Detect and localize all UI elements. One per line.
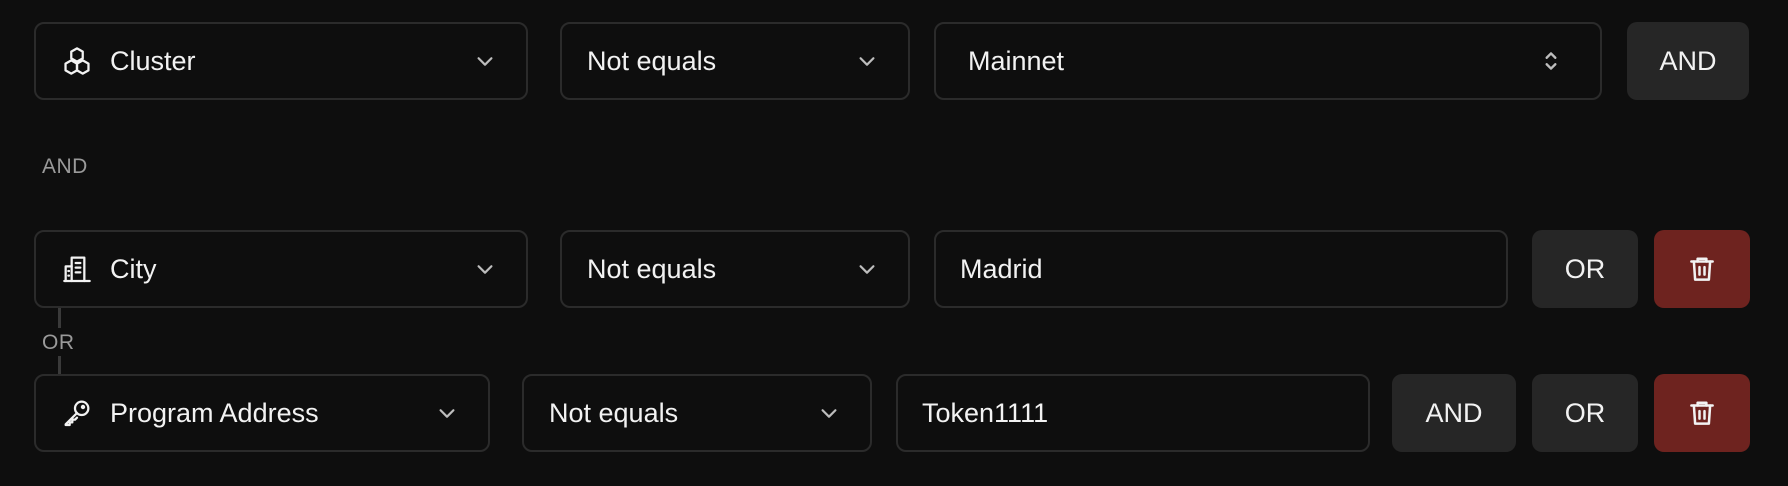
- chevron-down-icon: [434, 400, 460, 426]
- and-button-label: AND: [1659, 45, 1717, 76]
- group-conjunction: AND: [42, 155, 88, 178]
- trash-icon: [1687, 254, 1717, 284]
- value-label: Mainnet: [968, 45, 1065, 76]
- operator-label: Not equals: [587, 253, 717, 284]
- operator-select[interactable]: Not equals: [522, 374, 872, 452]
- and-button[interactable]: AND: [1392, 374, 1516, 452]
- value-text: Madrid: [960, 253, 1043, 284]
- building-icon: [60, 252, 94, 286]
- field-label: Cluster: [110, 45, 196, 76]
- field-select-program-address[interactable]: Program Address: [34, 374, 490, 452]
- chevron-down-icon: [854, 256, 880, 282]
- or-button-label: OR: [1564, 397, 1606, 428]
- chevron-down-icon: [472, 256, 498, 282]
- field-label: Program Address: [110, 397, 319, 428]
- filter-builder: Cluster Not equals Mainnet AND AND City …: [0, 0, 1788, 486]
- delete-button[interactable]: [1654, 374, 1750, 452]
- and-button[interactable]: AND: [1627, 22, 1749, 100]
- chevron-down-icon: [816, 400, 842, 426]
- field-select-cluster[interactable]: Cluster: [34, 22, 528, 100]
- group-connector-line: [58, 356, 61, 374]
- operator-label: Not equals: [587, 45, 717, 76]
- value-input[interactable]: Token1111: [896, 374, 1370, 452]
- operator-select[interactable]: Not equals: [560, 230, 910, 308]
- key-icon: [60, 396, 94, 430]
- cubes-icon: [60, 44, 94, 78]
- chevron-updown-icon: [1538, 48, 1564, 74]
- chevron-down-icon: [472, 48, 498, 74]
- and-button-label: AND: [1425, 397, 1483, 428]
- or-button-label: OR: [1564, 253, 1606, 284]
- delete-button[interactable]: [1654, 230, 1750, 308]
- chevron-down-icon: [854, 48, 880, 74]
- value-select[interactable]: Mainnet: [934, 22, 1602, 100]
- or-button[interactable]: OR: [1532, 230, 1638, 308]
- or-button[interactable]: OR: [1532, 374, 1638, 452]
- group-connector-line: [58, 308, 61, 328]
- operator-select[interactable]: Not equals: [560, 22, 910, 100]
- value-input[interactable]: Madrid: [934, 230, 1508, 308]
- trash-icon: [1687, 398, 1717, 428]
- field-select-city[interactable]: City: [34, 230, 528, 308]
- inner-conjunction: OR: [42, 331, 75, 354]
- operator-label: Not equals: [549, 397, 679, 428]
- field-label: City: [110, 253, 157, 284]
- value-text: Token1111: [922, 397, 1049, 428]
